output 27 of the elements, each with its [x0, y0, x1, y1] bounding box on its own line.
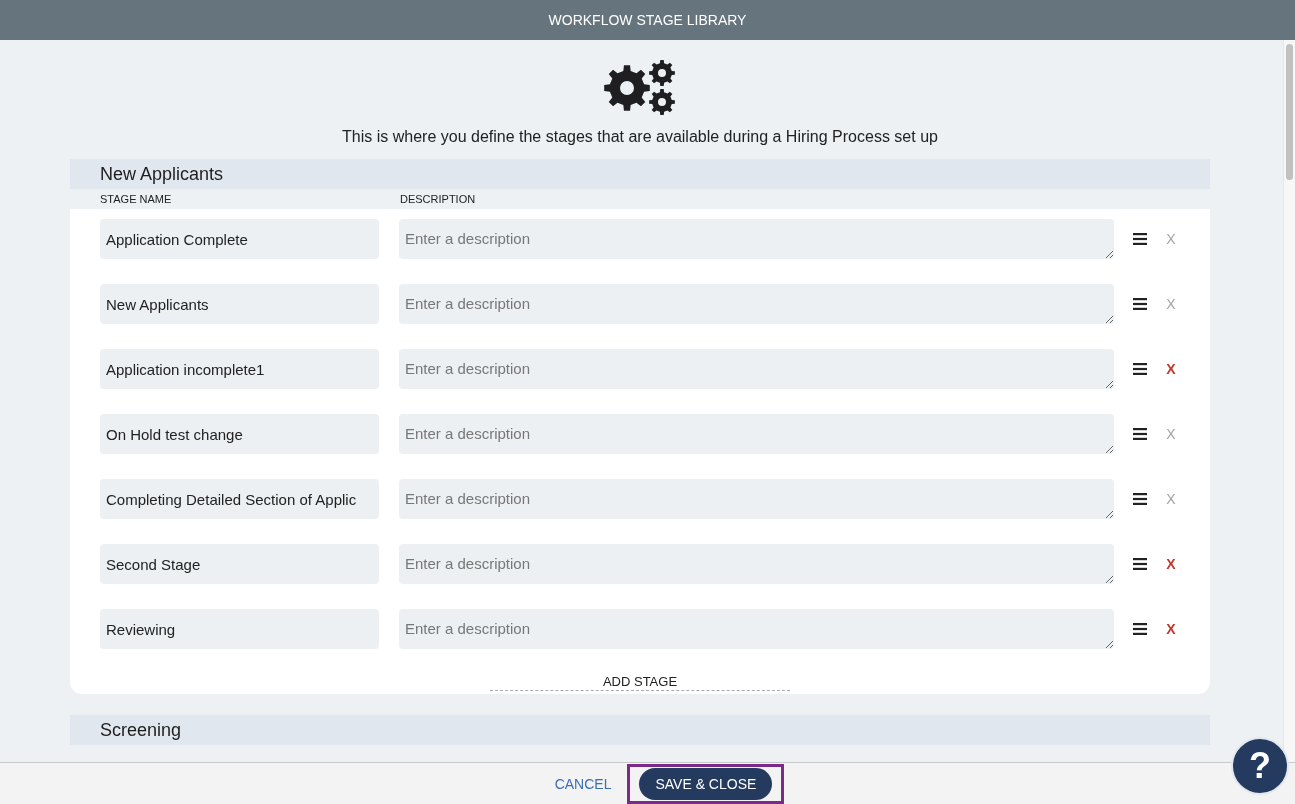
- section-title: Screening: [100, 719, 182, 741]
- hamburger-icon[interactable]: [1133, 363, 1148, 375]
- hamburger-icon[interactable]: [1133, 558, 1148, 570]
- gears-icon: [604, 60, 676, 116]
- cancel-link[interactable]: CANCEL: [552, 775, 614, 792]
- scrollbar[interactable]: [1283, 40, 1295, 762]
- remove-button[interactable]: X: [1162, 361, 1180, 377]
- remove-button[interactable]: X: [1162, 556, 1180, 572]
- hamburger-icon[interactable]: [1133, 493, 1148, 505]
- hamburger-icon[interactable]: [1133, 623, 1148, 635]
- hamburger-icon[interactable]: [1133, 298, 1148, 310]
- column-label: DESCRIPTION: [400, 193, 476, 205]
- description-field[interactable]: Enter a description: [398, 544, 1115, 584]
- stage-name-field[interactable]: Second Stage: [100, 544, 379, 584]
- remove-button[interactable]: X: [1162, 621, 1180, 637]
- add-stage-button[interactable]: ADD STAGE: [490, 674, 790, 691]
- stage-name-field[interactable]: Reviewing: [100, 609, 379, 649]
- column-label: STAGE NAME: [100, 193, 173, 205]
- description-field[interactable]: Enter a description: [398, 349, 1115, 389]
- section-title: New Applicants: [100, 163, 224, 185]
- hamburger-icon[interactable]: [1133, 233, 1148, 245]
- description-field[interactable]: Enter a description: [398, 609, 1115, 649]
- stage-name-field[interactable]: Application incomplete1: [100, 349, 379, 389]
- window-title: WORKFLOW STAGE LIBRARY: [548, 12, 747, 28]
- hamburger-icon[interactable]: [1133, 428, 1148, 440]
- intro-text: This is where you define the stages that are available during a Hiring Process set up: [341, 127, 939, 147]
- save-close-button[interactable]: SAVE & CLOSE: [639, 767, 773, 800]
